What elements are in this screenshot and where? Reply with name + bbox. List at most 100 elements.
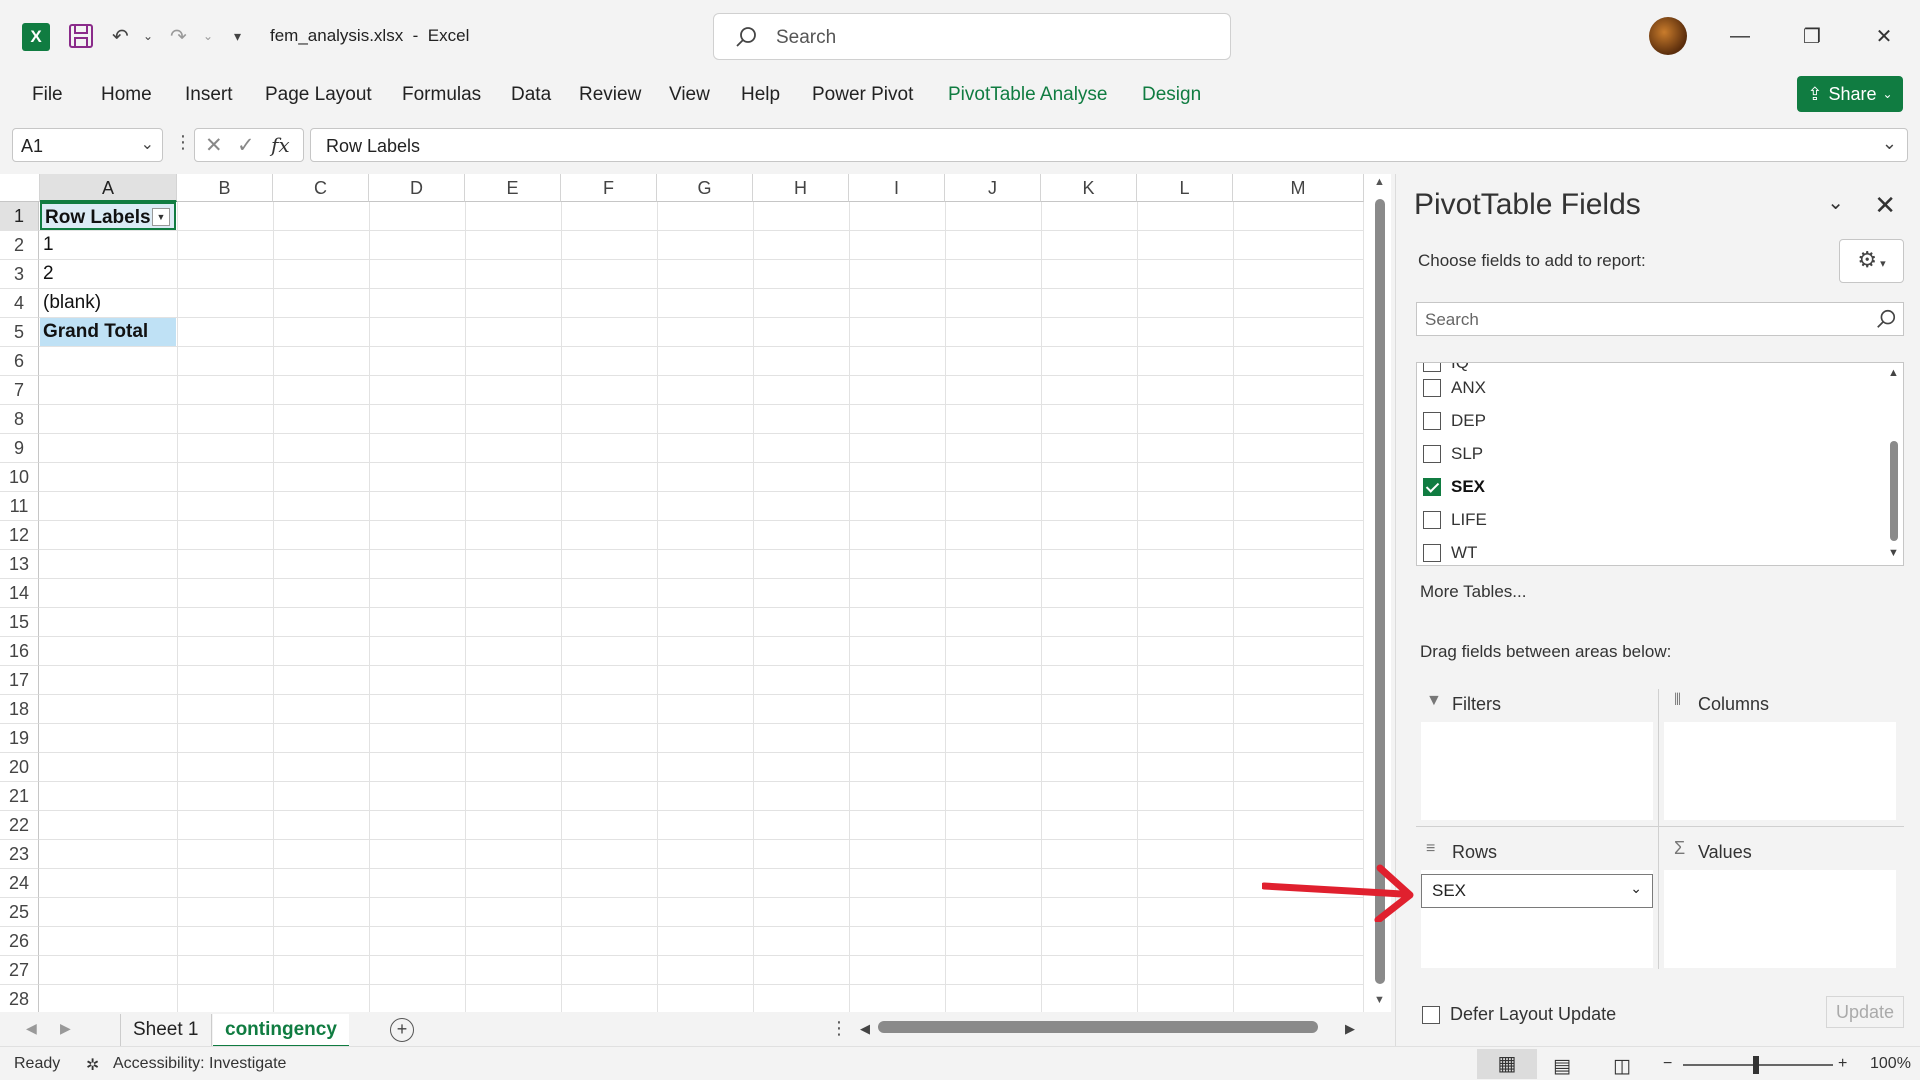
tab-power-pivot[interactable]: Power Pivot: [812, 84, 913, 106]
user-avatar[interactable]: [1649, 17, 1687, 55]
row-header[interactable]: 3: [0, 260, 39, 289]
accessibility-status[interactable]: Accessibility: Investigate: [113, 1055, 286, 1073]
page-layout-view-icon[interactable]: ▤: [1553, 1055, 1571, 1078]
scroll-down-icon[interactable]: ▼: [1374, 994, 1385, 1006]
field-search-input[interactable]: Search: [1416, 302, 1904, 336]
rows-field-sex[interactable]: SEX ⌄: [1421, 874, 1653, 908]
tab-review[interactable]: Review: [579, 84, 641, 106]
more-tables-link[interactable]: More Tables...: [1420, 582, 1526, 602]
row-header[interactable]: 28: [0, 985, 39, 1014]
field-item-iq[interactable]: IQ: [1423, 363, 1469, 376]
field-item-wt[interactable]: WT: [1423, 540, 1477, 565]
undo-icon[interactable]: ↶: [112, 21, 129, 51]
tab-view[interactable]: View: [669, 84, 710, 106]
tab-splitter-icon[interactable]: ⋮: [830, 1018, 848, 1039]
row-header[interactable]: 17: [0, 666, 39, 695]
row-header[interactable]: 1: [0, 202, 39, 231]
worksheet-grid[interactable]: A B C D E F G H I J K L M 1 2 3 4 5 6 7 8 9 10 11 1…: [0, 174, 1376, 1014]
columns-area[interactable]: [1664, 722, 1896, 820]
column-header[interactable]: I: [849, 174, 945, 202]
row-header[interactable]: 6: [0, 347, 39, 376]
tab-insert[interactable]: Insert: [185, 84, 233, 106]
expand-formula-icon[interactable]: ⌄: [1882, 133, 1897, 154]
scroll-right-icon[interactable]: ▶: [1345, 1021, 1355, 1037]
cell-a3[interactable]: 2: [40, 260, 176, 288]
field-item-sex[interactable]: SEX: [1423, 474, 1485, 500]
insert-function-icon[interactable]: fx: [271, 133, 290, 157]
close-pane-icon[interactable]: ✕: [1874, 190, 1896, 221]
zoom-out-icon[interactable]: −: [1663, 1055, 1672, 1073]
row-header[interactable]: 20: [0, 753, 39, 782]
row-header[interactable]: 27: [0, 956, 39, 985]
tab-home[interactable]: Home: [101, 84, 152, 106]
undo-dropdown-icon[interactable]: ⌄: [143, 21, 153, 51]
column-header[interactable]: E: [465, 174, 561, 202]
row-header[interactable]: 14: [0, 579, 39, 608]
zoom-level[interactable]: 100%: [1870, 1055, 1911, 1073]
column-header[interactable]: D: [369, 174, 465, 202]
row-header[interactable]: 16: [0, 637, 39, 666]
row-header[interactable]: 2: [0, 231, 39, 260]
row-header[interactable]: 9: [0, 434, 39, 463]
zoom-in-icon[interactable]: +: [1838, 1055, 1847, 1073]
accessibility-icon[interactable]: ✲: [86, 1055, 99, 1075]
chevron-down-icon[interactable]: ⌄: [141, 134, 154, 154]
chevron-down-icon[interactable]: ⌄: [1630, 880, 1642, 897]
row-header[interactable]: 19: [0, 724, 39, 753]
defer-checkbox[interactable]: [1422, 1005, 1440, 1024]
row-header[interactable]: 11: [0, 492, 39, 521]
row-header[interactable]: 26: [0, 927, 39, 956]
column-header[interactable]: K: [1041, 174, 1137, 202]
share-button[interactable]: ⇪ Share ⌄: [1797, 76, 1903, 112]
row-header[interactable]: 10: [0, 463, 39, 492]
cell-a5[interactable]: Grand Total: [40, 318, 176, 346]
column-header[interactable]: L: [1137, 174, 1233, 202]
filter-dropdown-icon[interactable]: ▼: [152, 208, 170, 226]
row-header[interactable]: 15: [0, 608, 39, 637]
row-header[interactable]: 13: [0, 550, 39, 579]
zoom-slider-handle[interactable]: [1753, 1056, 1759, 1074]
name-box[interactable]: A1 ⌄: [12, 128, 163, 162]
row-header[interactable]: 5: [0, 318, 39, 347]
cancel-icon[interactable]: ✕: [205, 133, 223, 158]
close-window-icon[interactable]: ✕: [1864, 18, 1904, 54]
sheet-tab-sheet1[interactable]: Sheet 1: [120, 1014, 212, 1048]
row-header[interactable]: 24: [0, 869, 39, 898]
page-break-view-icon[interactable]: ◫: [1613, 1055, 1631, 1078]
restore-icon[interactable]: ❐: [1792, 18, 1832, 54]
sheet-tab-contingency[interactable]: contingency: [213, 1014, 349, 1048]
row-header[interactable]: 22: [0, 811, 39, 840]
filters-area[interactable]: [1421, 722, 1653, 820]
field-checkbox[interactable]: [1423, 412, 1441, 430]
field-item-dep[interactable]: DEP: [1423, 408, 1486, 434]
scroll-tabs-left-icon[interactable]: ◀: [26, 1020, 37, 1037]
normal-view-icon[interactable]: ▦: [1477, 1049, 1537, 1079]
minimize-icon[interactable]: —: [1720, 18, 1760, 54]
column-header[interactable]: A: [40, 174, 177, 202]
redo-dropdown-icon[interactable]: ⌄: [203, 21, 213, 51]
more-options-icon[interactable]: ⋮: [174, 132, 192, 153]
field-list-scrollbar[interactable]: ▲ ▼: [1887, 367, 1901, 561]
tab-page-layout[interactable]: Page Layout: [265, 84, 372, 106]
tab-formulas[interactable]: Formulas: [402, 84, 481, 106]
horizontal-scroll-thumb[interactable]: [878, 1021, 1318, 1033]
customize-toolbar-icon[interactable]: ▾: [234, 21, 241, 51]
pane-options-chevron-icon[interactable]: ⌄: [1827, 190, 1844, 215]
column-header[interactable]: F: [561, 174, 657, 202]
redo-icon[interactable]: ↷: [170, 21, 187, 51]
cell-a2[interactable]: 1: [40, 231, 176, 259]
tab-design[interactable]: Design: [1142, 84, 1201, 106]
scroll-down-icon[interactable]: ▼: [1888, 547, 1899, 559]
row-header[interactable]: 21: [0, 782, 39, 811]
tab-pivottable-analyse[interactable]: PivotTable Analyse: [948, 84, 1108, 106]
update-button[interactable]: Update: [1826, 996, 1904, 1028]
select-all-corner[interactable]: [0, 174, 40, 202]
scroll-left-icon[interactable]: ◀: [860, 1021, 870, 1037]
column-header[interactable]: M: [1233, 174, 1364, 202]
row-header[interactable]: 18: [0, 695, 39, 724]
field-checkbox[interactable]: [1423, 511, 1441, 529]
column-header[interactable]: G: [657, 174, 753, 202]
field-item-life[interactable]: LIFE: [1423, 507, 1487, 533]
row-header[interactable]: 4: [0, 289, 39, 318]
save-icon[interactable]: [68, 21, 94, 51]
